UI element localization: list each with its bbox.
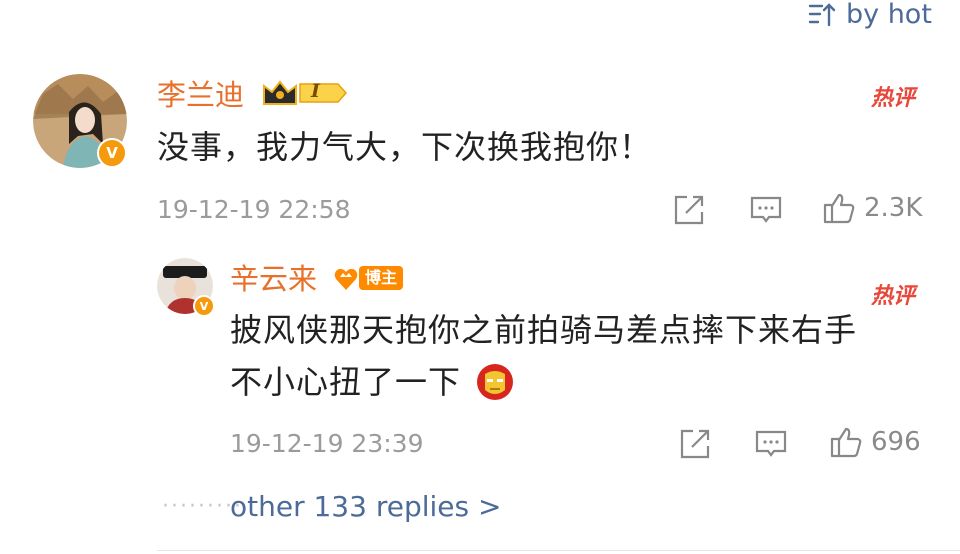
- comment-icon[interactable]: [754, 427, 788, 461]
- blogger-label: 博主: [359, 266, 404, 290]
- reply-text-line1: 披风侠那天抱你之前拍骑马差点摔下来右手: [230, 311, 858, 349]
- level-number: I: [311, 80, 320, 102]
- hot-label: 热评: [871, 284, 916, 309]
- like-count: 696: [871, 427, 921, 457]
- hot-reply-badge: 热评: [871, 278, 915, 310]
- crown-icon: [263, 80, 348, 105]
- sort-label: by hot: [846, 0, 932, 30]
- commenter-name[interactable]: 李兰迪: [157, 78, 244, 112]
- hot-comment-badge: 热评: [871, 80, 915, 112]
- comment-text: 没事，我力气大，下次换我抱你！: [157, 128, 653, 166]
- reply-text-line2-row: 不小心扭了一下: [230, 358, 515, 406]
- verified-badge: V: [97, 138, 127, 168]
- thumbs-up-icon: [823, 193, 855, 224]
- comment-icon[interactable]: [749, 193, 783, 227]
- like-button[interactable]: 2.3K: [822, 191, 922, 225]
- commenter-avatar[interactable]: V: [33, 74, 127, 168]
- sort-by-hot-button[interactable]: by hot: [808, 0, 932, 30]
- heart-crown-icon: [334, 268, 358, 290]
- share-icon[interactable]: [672, 193, 706, 227]
- reply-text-line2: 不小心扭了一下: [230, 363, 462, 401]
- hot-label: 热评: [871, 86, 916, 111]
- blogger-badge: 博主: [333, 264, 404, 292]
- replier-name[interactable]: 辛云来: [230, 262, 317, 296]
- replier-avatar[interactable]: V: [157, 258, 215, 317]
- reply-timestamp: 19-12-19 23:39: [230, 429, 424, 458]
- sort-icon: [808, 3, 836, 27]
- like-button[interactable]: 696: [829, 425, 921, 459]
- comment-timestamp: 19-12-19 22:58: [157, 195, 351, 224]
- divider: [157, 550, 960, 551]
- share-icon[interactable]: [678, 427, 712, 461]
- verified-badge: V: [193, 295, 215, 317]
- like-count: 2.3K: [864, 193, 923, 223]
- more-replies-link[interactable]: other 133 replies >: [230, 490, 501, 523]
- level-badge: I: [262, 79, 348, 107]
- iron-man-emoji: [477, 364, 514, 400]
- thumbs-up-icon: [830, 427, 862, 458]
